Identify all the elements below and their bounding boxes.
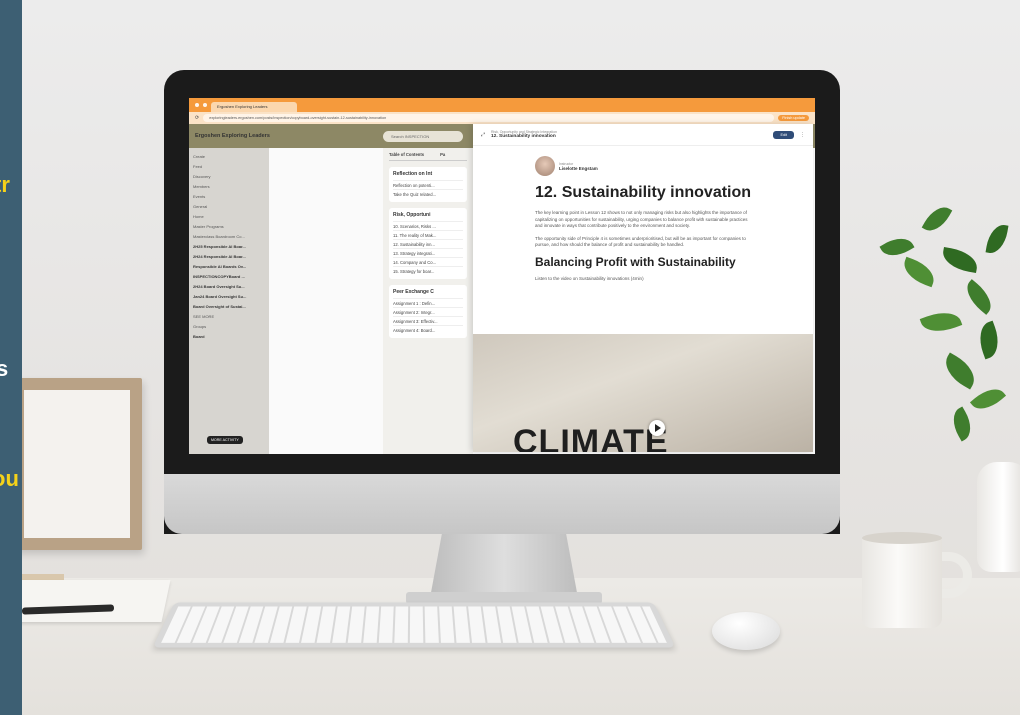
sidebar-item[interactable]: Home xyxy=(193,212,265,222)
more-activity-button[interactable]: MORE ACTIVITY xyxy=(207,436,243,444)
toc-section-title[interactable]: Peer Exchange C xyxy=(393,289,463,295)
lesson-paragraph: The opportunity side of Principle 4 is s… xyxy=(535,235,746,248)
sidebar-item[interactable]: Create xyxy=(193,152,265,162)
tab-contents[interactable]: Table of Contents xyxy=(389,152,424,157)
toc-section-title[interactable]: Risk, Opportuni xyxy=(393,212,463,218)
strip-text-2: s xyxy=(0,356,9,381)
edit-button[interactable]: Edit xyxy=(773,130,794,139)
address-bar: ⟳ exploringleaders.ergoshen.com/posts/in… xyxy=(189,112,815,124)
keyboard xyxy=(152,602,676,648)
sidebar-item[interactable]: Masterclass Boardroom Co... xyxy=(193,232,265,242)
sidebar-item[interactable]: Members xyxy=(193,182,265,192)
sidebar-item[interactable]: Jan24 Board Oversight Su... xyxy=(193,292,265,302)
notebook xyxy=(22,580,171,622)
browser-tabbar: Ergoshen Exploring Leaders xyxy=(189,98,815,112)
lesson-paragraph: The key learning point in Lesson 12 show… xyxy=(535,210,748,228)
sidebar-item: General xyxy=(193,204,208,209)
toc-item[interactable]: 13. Strategy integrati... xyxy=(393,248,463,257)
mouse xyxy=(712,612,780,650)
instructor: Instructor Liselotte Engstam xyxy=(535,156,749,176)
vase xyxy=(977,462,1020,572)
toc-item[interactable]: Take the Quiz related... xyxy=(393,189,463,198)
sidebar-item[interactable]: Responsible AI Boards Ov... xyxy=(193,262,265,272)
toc-item[interactable]: Reflection on potenti... xyxy=(393,180,463,189)
sidebar-item[interactable]: Board xyxy=(193,332,265,342)
toc-section: Reflection on Int Reflection on potenti.… xyxy=(389,167,467,202)
toc-section: Risk, Opportuni 10. Scenarios, Risks ...… xyxy=(389,208,467,279)
listen-note: Listen to the video on Sustainability in… xyxy=(535,275,644,281)
url-field[interactable]: exploringleaders.ergoshen.com/posts/insp… xyxy=(203,114,775,122)
monitor-screen: Ergoshen Exploring Leaders ⟳ exploringle… xyxy=(189,98,815,454)
play-icon[interactable] xyxy=(649,420,665,436)
left-edge-strip: tr s ou xyxy=(0,0,22,715)
toc-item[interactable]: Assignment 1 : Defin... xyxy=(393,298,463,307)
picture-frame xyxy=(22,378,142,550)
sidebar-item[interactable]: 2H24 Board Oversight Su... xyxy=(193,282,265,292)
sidebar-item: Master Programs xyxy=(193,224,224,229)
expand-icon[interactable]: ⤢ xyxy=(481,132,485,138)
toc-item[interactable]: Assignment 4: Board... xyxy=(393,325,463,334)
monitor-chin xyxy=(164,474,840,534)
browser-tab[interactable]: Ergoshen Exploring Leaders xyxy=(211,102,297,112)
table-of-contents: Table of Contents Pa Reflection on Int R… xyxy=(383,148,473,454)
toc-item[interactable]: 12. Sustainability inn... xyxy=(393,239,463,248)
lesson-panel: ⤢ Risk, Opportunity and Strategic Integr… xyxy=(473,124,813,452)
instructor-name[interactable]: Liselotte Engstam xyxy=(559,166,598,171)
sidebar-item[interactable]: Feed xyxy=(193,162,265,172)
toc-item[interactable]: 14. Company and Co... xyxy=(393,257,463,266)
finish-update-button[interactable]: Finish update xyxy=(778,115,809,121)
video-title-word: CLIMATE xyxy=(513,423,669,452)
sidebar-item[interactable]: SEE MORE xyxy=(193,312,265,322)
community-app: Ergoshen Exploring Leaders Search INSPEC… xyxy=(189,124,815,454)
toc-item[interactable]: Assignment 3: Effectiv... xyxy=(393,316,463,325)
monitor-stand xyxy=(430,534,578,598)
avatar[interactable] xyxy=(535,156,555,176)
toc-item[interactable]: 15. Strategy for boar... xyxy=(393,266,463,275)
search-input[interactable]: Search INSPECTION xyxy=(383,130,463,142)
window-dot-icon xyxy=(195,103,199,107)
toc-section-title[interactable]: Reflection on Int xyxy=(393,171,463,177)
video-player[interactable]: CLIMATE xyxy=(473,334,813,452)
mug-rim xyxy=(862,532,942,544)
reload-icon[interactable]: ⟳ xyxy=(195,115,199,121)
tab-second[interactable]: Pa xyxy=(440,152,445,157)
brand-name: Ergoshen Exploring Leaders xyxy=(195,133,270,139)
lesson-heading: 12. Sustainability innovation xyxy=(535,184,752,201)
lesson-header: ⤢ Risk, Opportunity and Strategic Integr… xyxy=(473,124,813,146)
strip-text-3: ou xyxy=(0,466,19,491)
sidebar-item[interactable]: 2H24 Responsible AI Boar... xyxy=(193,252,265,262)
sidebar-item[interactable]: 2H25 Responsible AI Boar... xyxy=(193,242,265,252)
strip-text-1: tr xyxy=(0,172,10,197)
toc-section: Peer Exchange C Assignment 1 : Defin... … xyxy=(389,285,467,338)
lesson-title-small: 12. Sustainability innovation xyxy=(491,134,556,139)
sidebar-item[interactable]: Discovery xyxy=(193,172,265,182)
sidebar: Create Feed Discovery Members Events Gen… xyxy=(189,148,269,454)
more-options-icon[interactable]: ⋮ xyxy=(800,132,805,138)
window-dot-icon xyxy=(203,103,207,107)
toc-item[interactable]: Assignment 2: Integr... xyxy=(393,307,463,316)
sidebar-item[interactable]: Events xyxy=(193,192,265,202)
lesson-subheading: Balancing Profit with Sustainability xyxy=(535,254,736,269)
sidebar-item[interactable]: INSPECTIONCOPYBoard ... xyxy=(193,272,265,282)
sidebar-item: Groups xyxy=(193,324,207,329)
toc-item[interactable]: 10. Scenarios, Risks ... xyxy=(393,221,463,230)
toc-item[interactable]: 11. The reality of Mak... xyxy=(393,230,463,239)
mug xyxy=(862,536,942,628)
sidebar-item[interactable]: Board Oversight of Sustai... xyxy=(193,302,265,312)
lesson-content: Instructor Liselotte Engstam 12. Sustain… xyxy=(473,146,813,282)
